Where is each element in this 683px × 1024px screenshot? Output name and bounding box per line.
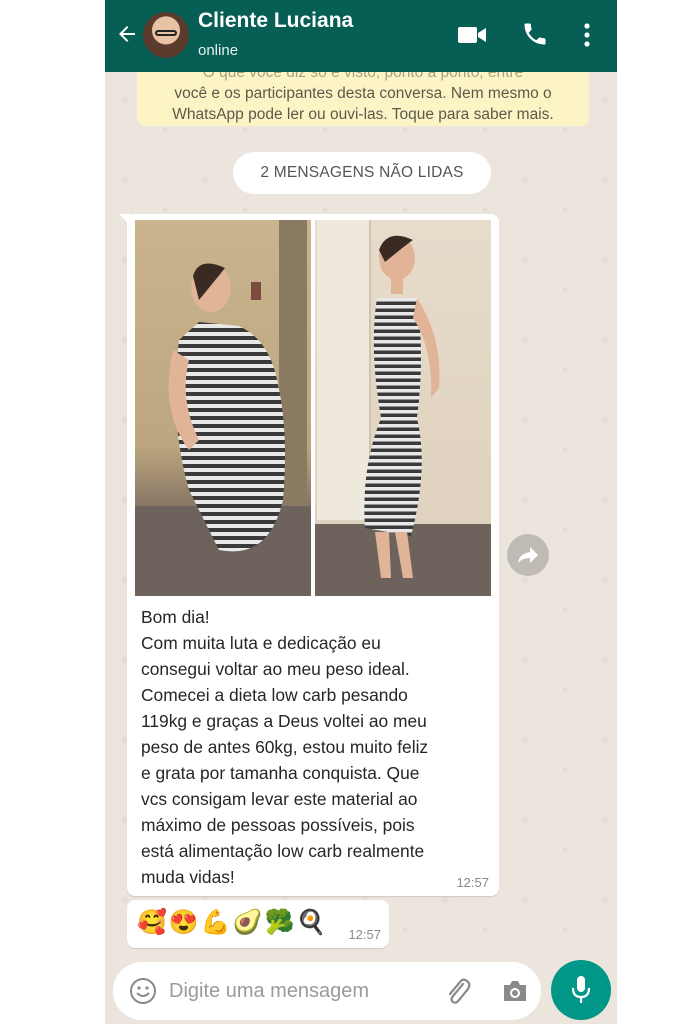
forward-button[interactable] — [507, 534, 549, 576]
message-text: Bom dia! Com muita luta e dedicação eu c… — [141, 604, 497, 890]
message-input[interactable]: Digite uma mensagem — [169, 980, 369, 1003]
video-call-icon[interactable] — [457, 24, 487, 46]
mic-icon — [571, 976, 591, 1003]
avatar[interactable] — [143, 12, 189, 58]
chat-screen: Cliente Luciana online O que você diz só… — [105, 0, 617, 1024]
mic-button[interactable] — [551, 960, 611, 1020]
notice-line-3: WhatsApp pode ler ou ouvi-las. Toque par… — [172, 106, 554, 123]
notice-line-2: você e os participantes desta conversa. … — [174, 85, 552, 102]
message-line: Bom dia! — [141, 607, 210, 627]
message-line: peso de antes 60kg, estou muito feliz — [141, 737, 429, 757]
contact-status: online — [198, 42, 239, 59]
message-bubble-image-text[interactable]: Bom dia! Com muita luta e dedicação eu c… — [127, 214, 499, 896]
unread-messages-badge: 2 MENSAGENS NÃO LIDAS — [233, 152, 491, 194]
camera-icon[interactable] — [501, 978, 529, 1004]
message-line: Com muita luta e dedicação eu — [141, 633, 381, 653]
message-time: 12:57 — [348, 927, 381, 942]
message-input-bar[interactable]: Digite uma mensagem — [113, 962, 541, 1020]
emoji-content: 🥰😍💪🥑🥦🍳 — [137, 909, 329, 936]
back-arrow-icon[interactable] — [115, 22, 139, 46]
after-photo — [315, 220, 491, 596]
message-line: e grata por tamanha conquista. Que — [141, 763, 420, 783]
person-before — [168, 263, 285, 552]
message-line: muda vidas! — [141, 867, 235, 887]
forward-icon — [518, 547, 538, 563]
message-line: máximo de pessoas possíveis, pois — [141, 815, 415, 835]
avatar-glasses — [155, 30, 177, 36]
before-after-photo[interactable] — [135, 220, 491, 596]
attach-icon[interactable] — [443, 976, 471, 1006]
message-line: está alimentação low carb realmente — [141, 841, 425, 861]
before-photo — [135, 220, 311, 596]
message-line: vcs consigam levar este material ao — [141, 789, 418, 809]
contact-name[interactable]: Cliente Luciana — [198, 9, 353, 33]
more-options-icon[interactable] — [581, 22, 593, 48]
message-line: 119kg e graças a Deus voltei ao meu — [141, 711, 427, 731]
message-time: 12:57 — [456, 875, 489, 890]
message-line: consegui voltar ao meu peso ideal. — [141, 659, 410, 679]
emoji-icon[interactable] — [129, 977, 157, 1005]
chat-header: Cliente Luciana online — [105, 0, 617, 72]
person-after — [364, 235, 440, 578]
message-bubble-emoji[interactable]: 🥰😍💪🥑🥦🍳 12:57 — [127, 900, 389, 948]
message-line: Comecei a dieta low carb pesando — [141, 685, 408, 705]
phone-icon[interactable] — [521, 20, 549, 48]
